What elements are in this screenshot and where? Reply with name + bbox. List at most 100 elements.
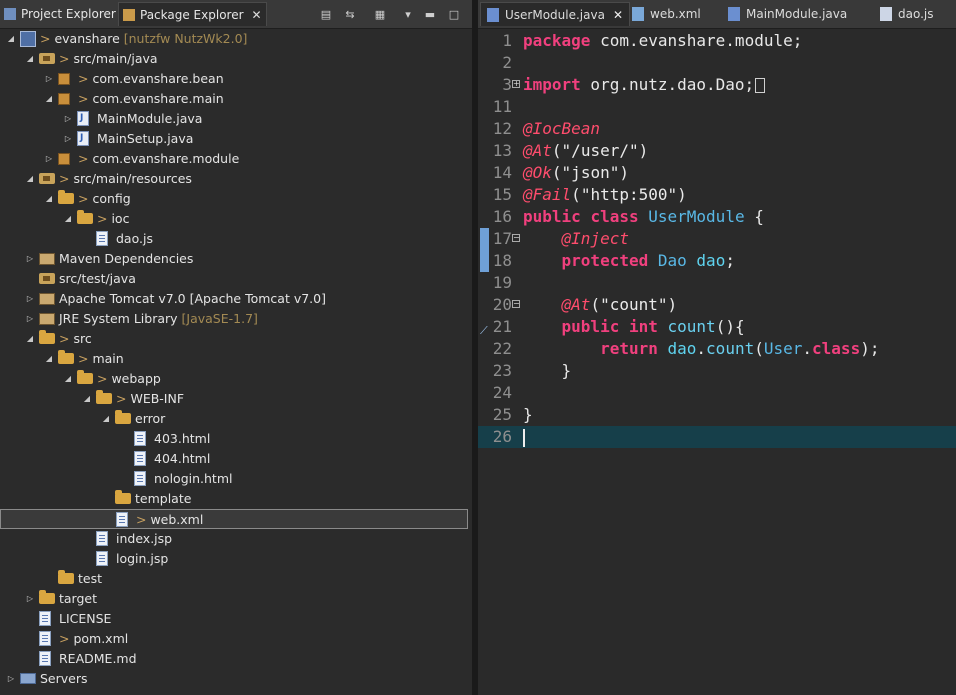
tree-item[interactable]: ◢ > ioc [0,209,472,229]
tree-item[interactable]: LICENSE [0,609,472,629]
expanded-arrow-icon[interactable]: ◢ [44,94,54,104]
collapse-fold-icon[interactable]: − [512,300,520,308]
tree-item[interactable]: ▷ Maven Dependencies [0,249,472,269]
code-line[interactable]: ⟋ 21 public int count(){ [478,316,956,338]
tree-item[interactable]: ▷ MainSetup.java [0,129,472,149]
collapsed-arrow-icon[interactable]: ▷ [25,254,35,264]
tab-label: MainModule.java [746,7,848,21]
folded-imports-box[interactable] [755,78,766,93]
maximize-icon[interactable]: □ [446,6,462,22]
tree-item[interactable]: ▷ MainModule.java [0,109,472,129]
expanded-arrow-icon[interactable]: ◢ [25,54,35,64]
tree-item[interactable]: 403.html [0,429,472,449]
collapsed-arrow-icon[interactable]: ▷ [63,114,73,124]
code-line[interactable]: 24 [478,382,956,404]
editor-tab-dao-js[interactable]: dao.js [874,2,940,26]
code-line[interactable]: 1 package com.evanshare.module; [478,30,956,52]
expanded-arrow-icon[interactable]: ◢ [25,174,35,184]
collapsed-arrow-icon[interactable]: ▷ [44,154,54,164]
expand-fold-icon[interactable]: + [512,80,520,88]
tree-item[interactable]: ◢ > src [0,329,472,349]
expanded-arrow-icon[interactable]: ◢ [6,34,16,44]
collapsed-arrow-icon[interactable]: ▷ [6,674,16,684]
editor-tab-web-xml[interactable]: web.xml [626,2,707,26]
tree-item-label: LICENSE [59,611,111,626]
tree-item[interactable]: ◢ > evanshare [nutzfw NutzWk2.0] [0,29,472,49]
tree-item[interactable]: 404.html [0,449,472,469]
label-decoration: [JavaSE-1.7] [177,311,258,326]
code-line[interactable]: 22 return dao.count(User.class); [478,338,956,360]
editor-tab-mainmodule-java[interactable]: MainModule.java [722,2,853,26]
tree-item[interactable]: ◢ > webapp [0,369,472,389]
link-editor-icon[interactable]: ⇆ [342,6,358,22]
code-line[interactable]: 23 } [478,360,956,382]
code-line[interactable]: 17− @Inject [478,228,956,250]
tree-item[interactable]: index.jsp [0,529,472,549]
tree-item[interactable]: ▷ target [0,589,472,609]
collapsed-arrow-icon[interactable]: ▷ [25,294,35,304]
expanded-arrow-icon[interactable]: ◢ [25,334,35,344]
code-line[interactable]: 20− @At("count") [478,294,956,316]
code-line[interactable]: 12 @IocBean [478,118,956,140]
close-icon[interactable]: ✕ [252,8,262,22]
token-str: "http:500" [580,185,678,204]
close-icon[interactable]: ✕ [613,8,623,22]
tree-item[interactable]: login.jsp [0,549,472,569]
collapsed-arrow-icon[interactable]: ▷ [44,74,54,84]
collapse-all-icon[interactable]: ▤ [318,6,334,22]
code-line[interactable]: 26 [478,426,956,448]
tree-item[interactable]: ◢ > src/main/resources [0,169,472,189]
tree-item[interactable]: nologin.html [0,469,472,489]
collapsed-arrow-icon[interactable]: ▷ [25,594,35,604]
code-line[interactable]: 13 @At("/user/") [478,140,956,162]
tree-item[interactable]: ▷ > com.evanshare.module [0,149,472,169]
token-kw: class [590,207,639,226]
expanded-arrow-icon[interactable]: ◢ [44,194,54,204]
tree-item[interactable]: ◢ > config [0,189,472,209]
collapsed-arrow-icon[interactable]: ▷ [63,134,73,144]
tree-item[interactable]: ◢ error [0,409,472,429]
tree-item[interactable]: README.md [0,649,472,669]
expanded-arrow-icon[interactable]: ◢ [63,214,73,224]
tree-item[interactable]: ▷ Apache Tomcat v7.0 [Apache Tomcat v7.0] [0,289,472,309]
code-line[interactable]: 3 + import org.nutz.dao.Dao; [478,74,956,96]
expanded-arrow-icon[interactable]: ◢ [63,374,73,384]
code-line[interactable]: 2 [478,52,956,74]
label-text: MainSetup.java [97,131,194,146]
tree-item[interactable]: dao.js [0,229,472,249]
view-menu-icon[interactable]: ▾ [400,6,416,22]
code-editor[interactable]: 1 package com.evanshare.module; 2 3 + import … [478,29,956,695]
code-line[interactable]: 15 @Fail("http:500") [478,184,956,206]
collapse-fold-icon[interactable]: − [512,234,520,242]
code-line[interactable]: 16 public class UserModule { [478,206,956,228]
tree-item[interactable]: ▷ JRE System Library [JavaSE-1.7] [0,309,472,329]
tree-item[interactable]: test [0,569,472,589]
tree-item[interactable]: ◢ > WEB-INF [0,389,472,409]
tree-item[interactable]: ◢ > com.evanshare.main [0,89,472,109]
tree-item[interactable]: ▷ Servers [0,669,472,689]
tree-item[interactable]: > web.xml [0,509,468,529]
focus-icon[interactable]: ▦ [372,6,388,22]
code-line[interactable]: 14 @Ok("json") [478,162,956,184]
code-line[interactable]: 11 [478,96,956,118]
expanded-arrow-icon[interactable]: ◢ [82,394,92,404]
label-text: src/main/resources [73,171,192,186]
tree-item-label: src/test/java [59,271,136,286]
editor-tab-usermodule-java[interactable]: UserModule.java ✕ [480,2,631,26]
folder-icon [39,590,55,604]
code-line[interactable]: 18 protected Dao dao; [478,250,956,272]
tree-item[interactable]: template [0,489,472,509]
code-line[interactable]: 25} [478,404,956,426]
tab-package-explorer[interactable]: Package Explorer ✕ [118,2,267,26]
tree-item[interactable]: src/test/java [0,269,472,289]
minimize-icon[interactable]: ▬ [422,6,438,22]
code-line[interactable]: 19 [478,272,956,294]
tree-item[interactable]: > pom.xml [0,629,472,649]
tree-item[interactable]: ◢ > main [0,349,472,369]
expanded-arrow-icon[interactable]: ◢ [101,414,111,424]
expanded-arrow-icon[interactable]: ◢ [44,354,54,364]
tree-item[interactable]: ▷ > com.evanshare.bean [0,69,472,89]
tree-item[interactable]: ◢ > src/main/java [0,49,472,69]
collapsed-arrow-icon[interactable]: ▷ [25,314,35,324]
tab-project-explorer[interactable]: Project Explorer [0,2,120,26]
